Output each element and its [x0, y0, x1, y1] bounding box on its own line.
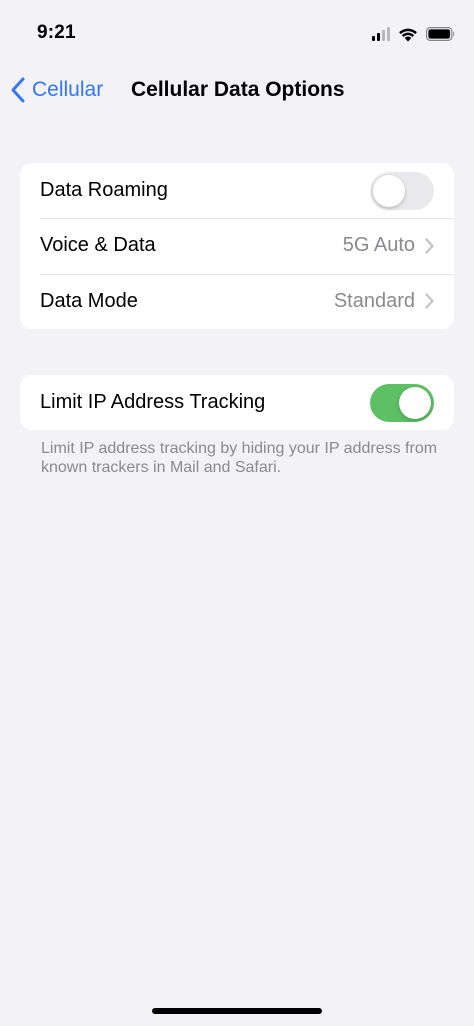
- back-button[interactable]: Cellular: [10, 74, 103, 106]
- data-mode-row[interactable]: Data Mode Standard: [20, 273, 454, 329]
- toggle-knob: [373, 174, 405, 207]
- page-title: Cellular Data Options: [131, 78, 345, 101]
- voice-and-data-row[interactable]: Voice & Data 5G Auto: [20, 218, 454, 273]
- cellular-signal-icon: [372, 27, 390, 41]
- wifi-icon: [399, 28, 417, 41]
- chevron-right-icon: [425, 238, 434, 254]
- status-bar: 9:21: [0, 0, 474, 62]
- ip-tracking-footnote: Limit IP address tracking by hiding your…: [41, 440, 438, 476]
- ip-tracking-group: Limit IP Address Tracking: [20, 375, 454, 430]
- limit-ip-tracking-row: Limit IP Address Tracking: [20, 375, 454, 430]
- status-icons: [372, 24, 456, 44]
- status-time: 9:21: [37, 22, 76, 43]
- battery-icon: [426, 27, 455, 41]
- data-mode-value: Standard: [333, 289, 415, 312]
- navigation-bar: Cellular Cellular Data Options: [0, 62, 474, 118]
- voice-and-data-label: Voice & Data: [40, 234, 156, 257]
- limit-ip-tracking-toggle[interactable]: [370, 383, 434, 422]
- signal-bar: [372, 36, 375, 41]
- chevron-right-icon: [425, 293, 434, 309]
- limit-ip-tracking-label: Limit IP Address Tracking: [40, 391, 266, 413]
- signal-bar: [382, 30, 385, 41]
- voice-and-data-value: 5G Auto: [342, 234, 415, 257]
- chevron-left-icon: [11, 77, 25, 103]
- data-roaming-toggle[interactable]: [370, 171, 434, 210]
- back-label: Cellular: [32, 78, 104, 101]
- signal-bar: [377, 33, 380, 41]
- home-indicator[interactable]: [152, 1008, 322, 1014]
- data-roaming-label: Data Roaming: [40, 179, 168, 202]
- cellular-options-group: Data Roaming Voice & Data 5G Auto Data M…: [20, 163, 454, 329]
- toggle-knob: [399, 386, 431, 419]
- data-roaming-row: Data Roaming: [20, 163, 454, 218]
- data-mode-label: Data Mode: [40, 289, 138, 312]
- signal-bar: [387, 27, 390, 41]
